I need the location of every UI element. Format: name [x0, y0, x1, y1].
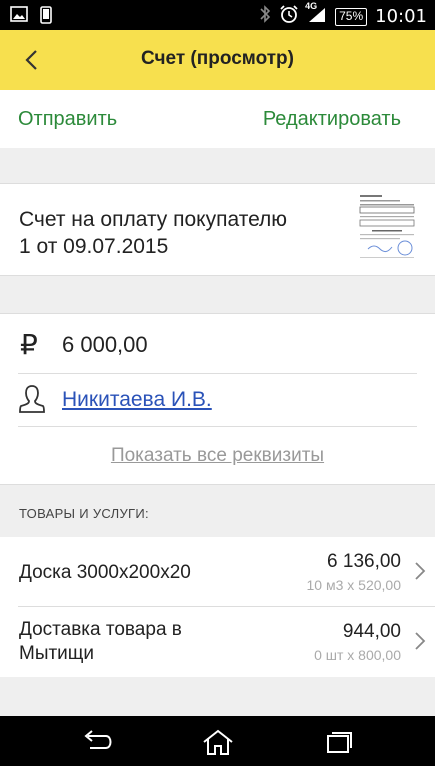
phone-icon	[40, 6, 52, 29]
item-sum: 944,00	[342, 621, 401, 642]
invoice-details: ₽ 6 000,00 Никитаева И.В. Показать все р…	[0, 313, 435, 485]
item-name-line1: Доска 3000х200х20	[19, 562, 191, 583]
image-icon	[10, 6, 28, 29]
list-item[interactable]: Доска 3000х200х20 6 136,00 10 м3 х 520,0…	[0, 537, 435, 607]
item-calculation: 0 шт х 800,00	[314, 647, 401, 663]
system-nav-bar	[0, 716, 435, 766]
chevron-right-icon	[415, 562, 426, 580]
document-thumbnail[interactable]	[358, 191, 416, 261]
items-list: Доска 3000х200х20 6 136,00 10 м3 х 520,0…	[0, 537, 435, 677]
invoice-card[interactable]: Счет на оплату покупателю 1 от 09.07.201…	[0, 183, 435, 276]
invoice-title: Счет на оплату покупателю	[19, 208, 288, 231]
edit-button[interactable]: Редактировать	[263, 108, 401, 131]
battery-level: 75%	[339, 8, 364, 23]
chevron-right-icon	[415, 632, 426, 650]
recents-nav-icon[interactable]	[318, 728, 358, 756]
status-bar: 4G 75% 10:01	[0, 0, 435, 30]
contact-link[interactable]: Никитаева И.В.	[62, 388, 212, 412]
item-name-line1: Доставка товара в	[19, 619, 182, 640]
action-bar: Отправить Редактировать	[0, 90, 435, 148]
clock: 10:01	[375, 6, 427, 27]
bluetooth-icon	[259, 4, 271, 29]
invoice-number-date: 1 от 09.07.2015	[19, 235, 169, 258]
alarm-icon	[279, 4, 299, 29]
home-nav-icon[interactable]	[198, 728, 238, 756]
show-all-details-link[interactable]: Показать все реквизиты	[0, 445, 435, 467]
item-name: Доставка товара в Мытищи	[19, 618, 182, 666]
person-icon	[18, 383, 46, 415]
item-calculation: 10 м3 х 520,00	[306, 577, 401, 593]
contact-row: Никитаева И.В.	[0, 374, 435, 426]
app-header: Счет (просмотр)	[0, 30, 435, 90]
battery-icon: 75%	[335, 7, 368, 26]
item-name-line2: Мытищи	[19, 643, 95, 664]
list-item[interactable]: Доставка товара в Мытищи 944,00 0 шт х 8…	[0, 607, 435, 677]
page-title: Счет (просмотр)	[141, 48, 294, 69]
amount-row: ₽ 6 000,00	[0, 314, 435, 374]
divider	[18, 426, 417, 427]
amount-value: 6 000,00	[62, 332, 148, 357]
ruble-icon: ₽	[20, 328, 38, 361]
section-header: ТОВАРЫ И УСЛУГИ:	[19, 506, 149, 521]
item-name: Доска 3000х200х20	[19, 561, 191, 585]
back-nav-icon[interactable]	[78, 728, 118, 756]
send-button[interactable]: Отправить	[18, 108, 117, 131]
network-label: 4G	[305, 1, 318, 11]
signal-icon: 4G	[305, 1, 327, 29]
item-sum: 6 136,00	[327, 551, 401, 572]
